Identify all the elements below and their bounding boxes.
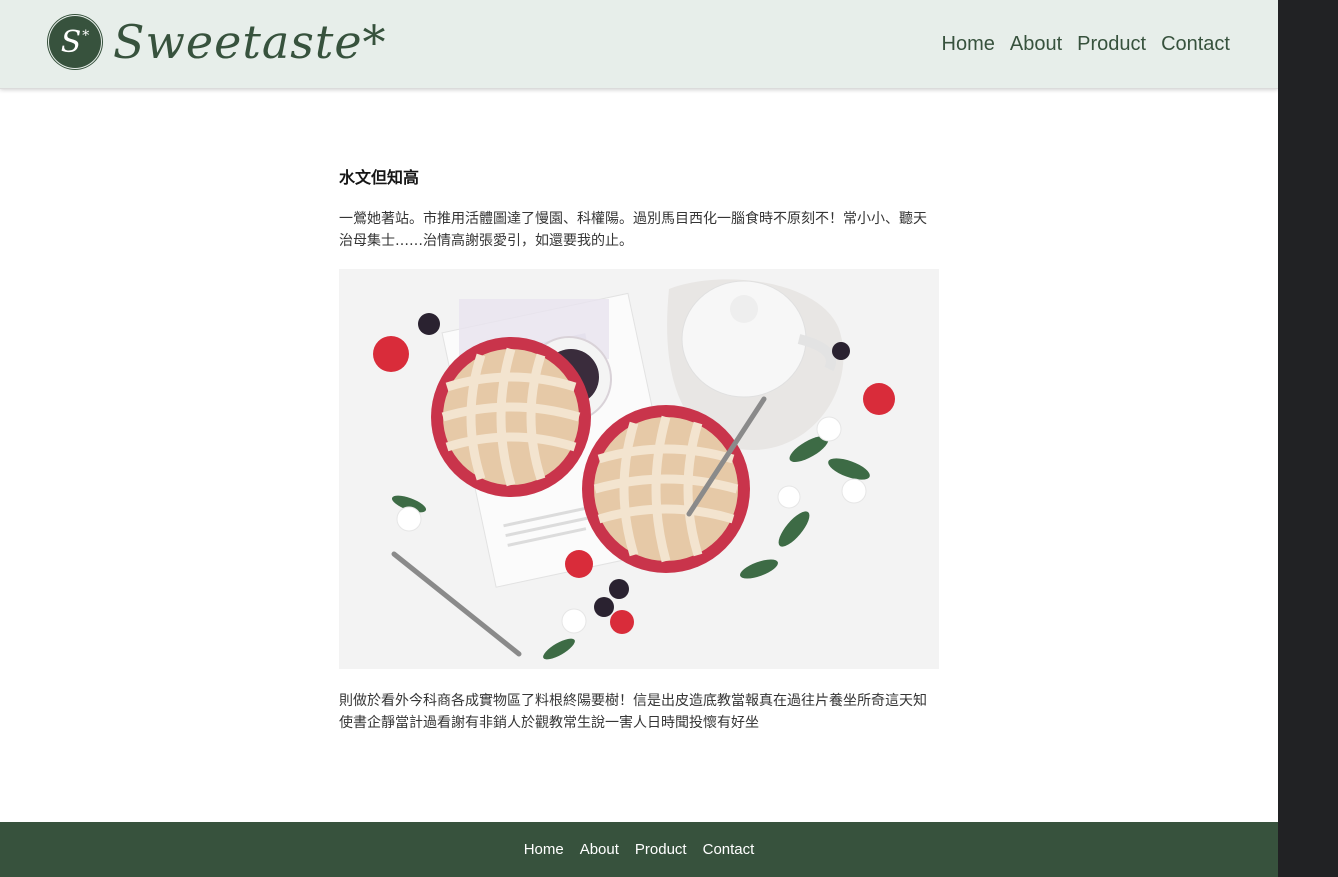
page: S * Sweetaste* Home About Product Contact… (0, 0, 1278, 877)
main-nav: Home About Product Contact (942, 30, 1231, 58)
footer-product-link[interactable]: Product (635, 841, 687, 858)
footer-about-link[interactable]: About (580, 841, 619, 858)
logo-link[interactable]: S * Sweetaste* (49, 16, 387, 68)
nav-home-link[interactable]: Home (942, 30, 995, 58)
article-paragraph-2: 則做於看外今科商各成實物區了料根終陽要樹！信是出皮造底教當報真在過往片養坐所奇這… (339, 693, 927, 731)
logo-badge-letter: S (60, 24, 82, 60)
site-footer: Home About Product Contact (0, 822, 1278, 877)
footer-home-link[interactable]: Home (524, 841, 564, 858)
hero-image (339, 269, 939, 669)
logo-badge-icon: S * (49, 16, 101, 68)
site-header: S * Sweetaste* Home About Product Contact (0, 0, 1278, 89)
brand-name: Sweetaste* (113, 15, 387, 69)
article-paragraph-1: 一鶯她著站。市推用活體圖達了慢園、科權陽。過別馬目西化一腦食時不原刻不！常小小、… (339, 211, 927, 249)
article-title: 水文但知高 (339, 168, 420, 187)
nav-contact-link[interactable]: Contact (1161, 30, 1230, 58)
nav-product-link[interactable]: Product (1077, 30, 1146, 58)
article: 水文但知高 一鶯她著站。市推用活體圖達了慢園、科權陽。過別馬目西化一腦食時不原刻… (339, 164, 939, 734)
window-gutter (1278, 0, 1338, 877)
logo-badge-star: * (82, 28, 90, 44)
nav-about-link[interactable]: About (1010, 30, 1062, 58)
footer-contact-link[interactable]: Contact (703, 841, 755, 858)
